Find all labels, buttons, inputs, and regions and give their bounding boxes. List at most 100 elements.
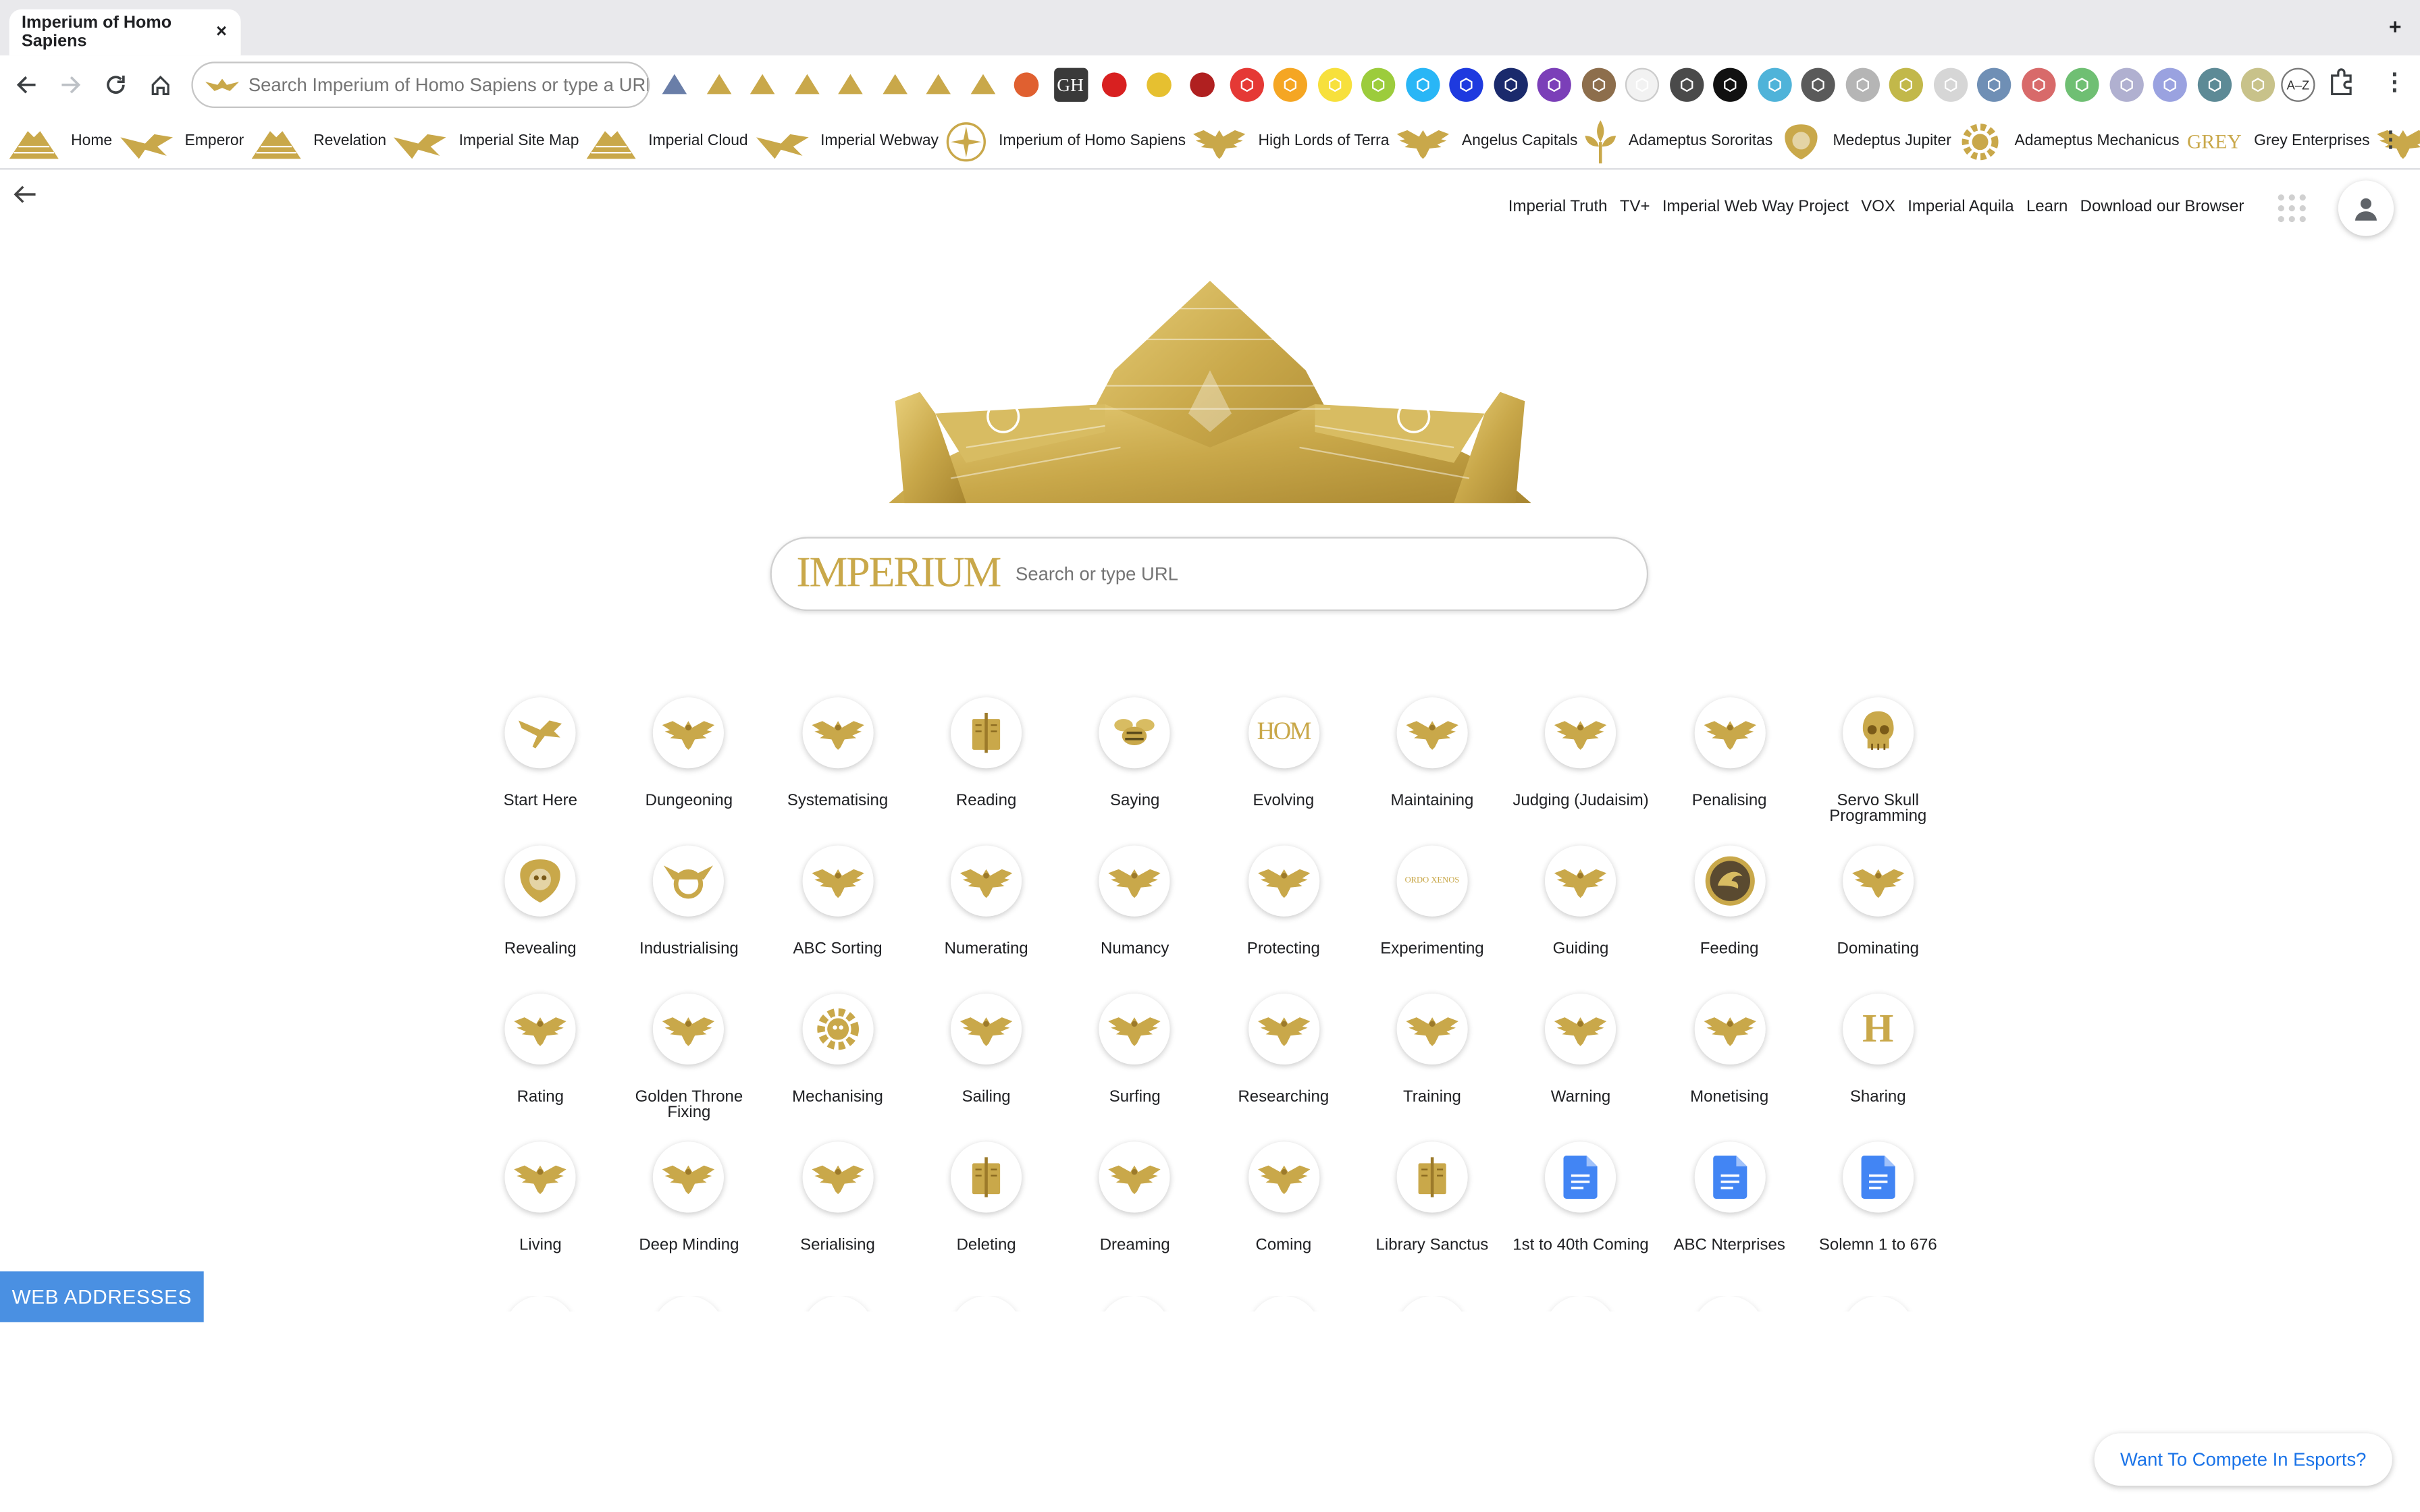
aquila-icon[interactable] bbox=[1248, 1141, 1319, 1213]
page-back-arrow-icon[interactable] bbox=[12, 182, 37, 215]
bee-icon[interactable] bbox=[1099, 697, 1171, 769]
aquila-icon[interactable] bbox=[1396, 697, 1468, 769]
book-icon[interactable] bbox=[951, 1141, 1022, 1213]
tile-saying[interactable]: Saying bbox=[1061, 697, 1209, 845]
header-link-imperial-truth[interactable]: Imperial Truth bbox=[1508, 198, 1608, 216]
header-link-download-our-browser[interactable]: Download our Browser bbox=[2080, 198, 2244, 216]
pencils-icon[interactable] bbox=[1009, 68, 1043, 102]
tile-evolving[interactable]: HOM Evolving bbox=[1209, 697, 1358, 845]
google-docs-icon[interactable] bbox=[1842, 1141, 1914, 1213]
active-tab[interactable]: Imperium of Homo Sapiens × bbox=[9, 9, 241, 56]
aquila-icon[interactable] bbox=[801, 697, 874, 769]
green-extension-icon[interactable] bbox=[2065, 68, 2099, 102]
tile-abc-nterprises[interactable]: ABC Nterprises bbox=[1655, 1141, 1804, 1289]
khaki-extension-icon[interactable] bbox=[2240, 68, 2276, 102]
tile-start-here[interactable]: Start Here bbox=[466, 697, 614, 845]
aquila-icon[interactable] bbox=[1248, 993, 1319, 1065]
ordo-xenos-icon[interactable]: ORDO XENOS bbox=[1396, 845, 1468, 917]
bookmark-emperor[interactable]: Emperor bbox=[120, 124, 244, 159]
gold-insect-icon[interactable] bbox=[789, 68, 823, 102]
tile-golden-throne-fixing[interactable]: Golden Throne Fixing bbox=[614, 993, 763, 1141]
bookmark-revelation[interactable]: Revelation bbox=[251, 124, 386, 159]
tile-deleting[interactable]: Deleting bbox=[912, 1141, 1061, 1289]
pale-extension-icon[interactable] bbox=[1932, 68, 1968, 102]
tile-industrialising[interactable]: Industrialising bbox=[614, 845, 763, 994]
tile-dreaming[interactable]: Dreaming bbox=[1061, 1141, 1209, 1289]
red-extension-icon[interactable] bbox=[1229, 68, 1263, 102]
rose-extension-icon[interactable] bbox=[2021, 68, 2055, 102]
skull-shield-icon[interactable] bbox=[504, 845, 576, 917]
bookmark-imperial-webway[interactable]: Imperial Webway bbox=[756, 124, 939, 159]
tile-surfing[interactable]: Surfing bbox=[1061, 993, 1209, 1141]
tile-protecting[interactable]: Protecting bbox=[1209, 845, 1358, 994]
gold-script-icon[interactable] bbox=[966, 68, 999, 102]
forward-arrow-icon[interactable] bbox=[55, 70, 86, 101]
tile-maintaining[interactable]: Maintaining bbox=[1358, 697, 1506, 845]
aquila-icon[interactable] bbox=[1099, 845, 1171, 917]
tile-numerating[interactable]: Numerating bbox=[912, 845, 1061, 994]
google-docs-icon[interactable] bbox=[1693, 1141, 1765, 1213]
aquila-icon[interactable] bbox=[1545, 993, 1616, 1065]
aquila-icon[interactable] bbox=[1693, 697, 1765, 769]
aquila-icon[interactable] bbox=[1099, 1141, 1171, 1213]
header-link-imperial-aquila[interactable]: Imperial Aquila bbox=[1908, 198, 2014, 216]
brown-extension-icon[interactable] bbox=[1581, 68, 1615, 102]
tile-library-sanctus[interactable]: Library Sanctus bbox=[1358, 1141, 1506, 1289]
gh-monogram-icon[interactable]: GH bbox=[1053, 68, 1088, 102]
bookmark-home[interactable]: Home bbox=[9, 124, 112, 159]
tile-warning[interactable]: Warning bbox=[1506, 993, 1655, 1141]
tile-reading[interactable]: Reading bbox=[912, 697, 1061, 845]
rainbow-extension-icon[interactable] bbox=[2109, 68, 2143, 102]
olive-extension-icon[interactable] bbox=[1889, 68, 1923, 102]
bookmark-adameptus-sororitas[interactable]: Adameptus Sororitas bbox=[1585, 119, 1772, 163]
tile-researching[interactable]: Researching bbox=[1209, 993, 1358, 1141]
h-monogram-icon[interactable]: H bbox=[1842, 993, 1914, 1065]
navy-extension-icon[interactable] bbox=[1493, 68, 1527, 102]
bookmark-imperial-cloud[interactable]: Imperial Cloud bbox=[586, 124, 748, 159]
search-input[interactable] bbox=[1016, 563, 1602, 585]
hooded-figure-icon[interactable] bbox=[658, 68, 691, 102]
tile-rating[interactable]: Rating bbox=[466, 993, 614, 1141]
aquila-icon[interactable] bbox=[1842, 845, 1914, 917]
aquila-icon[interactable] bbox=[801, 1141, 874, 1213]
aquila-icon[interactable] bbox=[1693, 993, 1765, 1065]
search-box[interactable]: IMPERIUM bbox=[770, 537, 1649, 612]
az-extension-icon[interactable]: A–Z bbox=[2281, 68, 2315, 102]
header-link-vox[interactable]: VOX bbox=[1861, 198, 1895, 216]
tab-close-icon[interactable]: × bbox=[216, 20, 227, 42]
winged-ring-icon[interactable] bbox=[653, 845, 725, 917]
bookmark-angelus-capitals[interactable]: Angelus Capitals bbox=[1397, 124, 1577, 159]
esports-button[interactable]: Want To Compete In Esports? bbox=[2094, 1433, 2392, 1486]
tile-training[interactable]: Training bbox=[1358, 993, 1506, 1141]
tile-feeding[interactable]: Feeding bbox=[1655, 845, 1804, 994]
aquila-icon[interactable] bbox=[951, 845, 1022, 917]
puzzle-extensions-icon[interactable] bbox=[2327, 68, 2355, 102]
apps-grid-icon[interactable] bbox=[2278, 194, 2306, 223]
santa-icon[interactable] bbox=[1097, 68, 1131, 102]
tile-deep-minding[interactable]: Deep Minding bbox=[614, 1141, 763, 1289]
back-arrow-icon[interactable] bbox=[11, 70, 42, 101]
new-tab-icon[interactable]: + bbox=[2389, 14, 2402, 39]
tile-1st-to-40th-coming[interactable]: 1st to 40th Coming bbox=[1506, 1141, 1655, 1289]
aquila-icon[interactable] bbox=[951, 993, 1022, 1065]
white-extension-icon[interactable] bbox=[1625, 68, 1660, 102]
lavender-extension-icon[interactable] bbox=[2153, 68, 2187, 102]
black-extension-icon[interactable] bbox=[1713, 68, 1747, 102]
lime-extension-icon[interactable] bbox=[1361, 68, 1396, 102]
blue-extension-icon[interactable] bbox=[1449, 68, 1483, 102]
tile-living[interactable]: Living bbox=[466, 1141, 614, 1289]
aquila-icon[interactable] bbox=[653, 993, 725, 1065]
aquila-icon[interactable] bbox=[504, 1141, 576, 1213]
tile-dungeoning[interactable]: Dungeoning bbox=[614, 697, 763, 845]
purple-extension-icon[interactable] bbox=[1537, 68, 1571, 102]
steel-extension-icon[interactable] bbox=[1976, 68, 2011, 102]
bookmarks-overflow-icon[interactable]: ⋮ bbox=[2380, 126, 2402, 153]
aquila-icon[interactable] bbox=[504, 993, 576, 1065]
tile-revealing[interactable]: Revealing bbox=[466, 845, 614, 994]
bookmark-adameptus-mechanicus[interactable]: Adameptus Mechanicus bbox=[1959, 119, 2180, 163]
aquila-icon[interactable] bbox=[1545, 845, 1616, 917]
gold-statue-icon[interactable] bbox=[922, 68, 955, 102]
reload-icon[interactable] bbox=[101, 70, 132, 101]
aquila-icon[interactable] bbox=[1545, 697, 1616, 769]
header-link-learn[interactable]: Learn bbox=[2026, 198, 2068, 216]
